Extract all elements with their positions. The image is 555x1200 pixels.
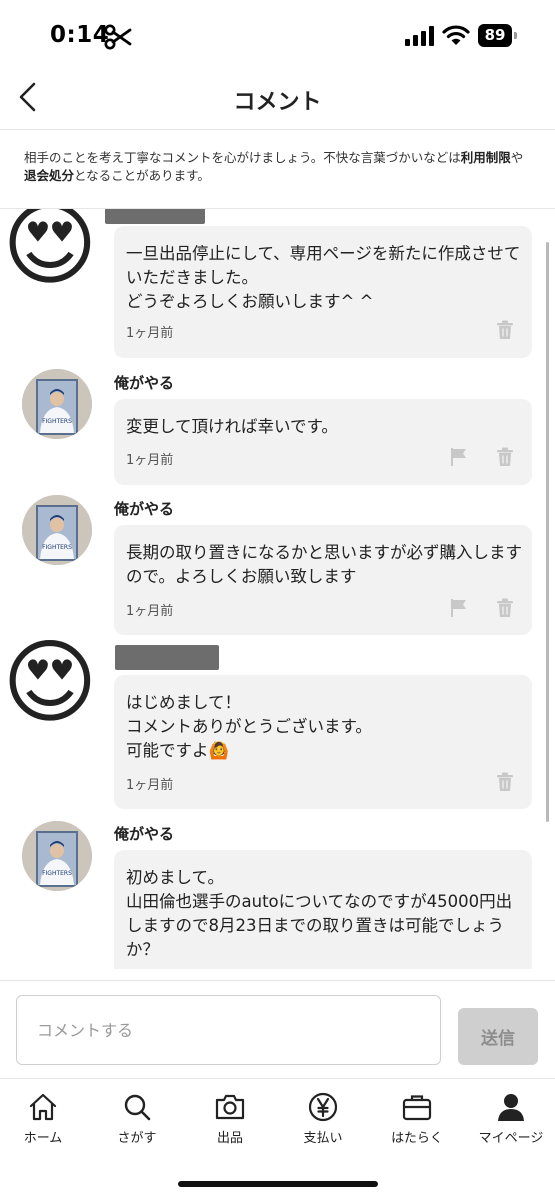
- notice-text: や: [510, 150, 524, 165]
- comment-bubble: 初めまして。 山田倫也選手のautoについてなのですが45000円出しますので8…: [114, 850, 532, 969]
- nav-label: 支払い: [303, 1131, 343, 1146]
- battery-indicator: 89: [478, 24, 518, 47]
- status-bar: 0:14 89: [0, 0, 555, 72]
- baseball-player-photo: FIGHTERS: [22, 369, 92, 439]
- comment-time: 1ヶ月前: [126, 604, 174, 619]
- trash-icon[interactable]: [496, 447, 514, 467]
- notice-text: 相手のことを考え丁寧なコメントを心がけましょう。不快な言葉づかいなどは: [24, 150, 461, 165]
- battery-level: 89: [478, 24, 512, 47]
- comment-bubble: はじめまして！ コメントありがとうございます。 可能ですよ🙆 1ヶ月前: [114, 675, 532, 809]
- comment-username: 俺がやる: [114, 500, 175, 518]
- search-icon: [124, 1094, 151, 1121]
- baseball-player-photo: FIGHTERS: [22, 495, 92, 565]
- person-icon: [498, 1094, 524, 1121]
- svg-text:FIGHTERS: FIGHTERS: [42, 870, 72, 877]
- flag-icon[interactable]: [450, 447, 468, 467]
- home-icon: [29, 1093, 57, 1121]
- comment-time: 1ヶ月前: [126, 326, 174, 341]
- usage-restriction-link[interactable]: 利用制限: [461, 150, 511, 165]
- nav-item-search[interactable]: さがす: [92, 1091, 182, 1151]
- avatar-heart-eyes[interactable]: 😍: [2, 209, 106, 295]
- comment-list[interactable]: 😍 一旦出品停止にして、専用ページを新たに作成させていただきました。 どうぞよろ…: [0, 209, 555, 969]
- scissors-icon: [104, 24, 132, 50]
- nav-label: 出品: [216, 1131, 243, 1146]
- avatar-user-photo[interactable]: FIGHTERS: [22, 369, 92, 439]
- comment-username: 俺がやる: [114, 374, 175, 392]
- nav-label: ホーム: [23, 1131, 63, 1146]
- avatar-user-photo[interactable]: FIGHTERS: [22, 821, 92, 891]
- comment-text: はじめまして！ コメントありがとうございます。 可能ですよ🙆: [126, 693, 372, 760]
- flag-icon[interactable]: [450, 598, 468, 618]
- comment-bubble: 長期の取り置きになるかと思いますが必ず購入しますので。よろしくお願い致します 1…: [114, 525, 532, 635]
- comment-text: 初めまして。 山田倫也選手のautoについてなのですが45000円出しますので8…: [126, 868, 513, 959]
- trash-icon[interactable]: [496, 320, 514, 340]
- signal-icon: [405, 26, 434, 46]
- page-title: コメント: [233, 90, 322, 115]
- comment-username: 俺がやる: [114, 825, 175, 843]
- comment-time: 1ヶ月前: [126, 778, 174, 793]
- avatar-user-photo[interactable]: FIGHTERS: [22, 495, 92, 565]
- briefcase-icon: [402, 1095, 432, 1121]
- camera-icon: [215, 1094, 245, 1120]
- nav-label: さがす: [117, 1131, 157, 1146]
- nav-item-mypage[interactable]: マイページ: [466, 1091, 555, 1151]
- nav-item-sell[interactable]: 出品: [185, 1091, 275, 1151]
- comment-bubble: 変更して頂ければ幸いです。 1ヶ月前: [114, 399, 532, 485]
- send-button[interactable]: 送信: [458, 1008, 538, 1065]
- nav-item-work[interactable]: はたらく: [372, 1091, 462, 1151]
- header: コメント: [0, 72, 555, 130]
- comment-text: 一旦出品停止にして、専用ページを新たに作成させていただきました。 どうぞよろしく…: [126, 244, 521, 311]
- comment-input[interactable]: [16, 995, 441, 1065]
- trash-icon[interactable]: [496, 772, 514, 792]
- baseball-player-photo: FIGHTERS: [22, 821, 92, 891]
- home-indicator: [178, 1181, 378, 1187]
- scrollbar[interactable]: [546, 242, 549, 822]
- nav-item-home[interactable]: ホーム: [0, 1091, 88, 1151]
- account-deletion-link[interactable]: 退会処分: [24, 168, 74, 183]
- comment-text: 長期の取り置きになるかと思いますが必ず購入しますので。よろしくお願い致します: [126, 543, 522, 586]
- trash-icon[interactable]: [496, 598, 514, 618]
- comment-bubble: 一旦出品停止にして、専用ページを新たに作成させていただきました。 どうぞよろしく…: [114, 226, 532, 358]
- nav-item-payment[interactable]: 支払い: [278, 1091, 368, 1151]
- svg-text:FIGHTERS: FIGHTERS: [42, 418, 72, 425]
- comment-text: 変更して頂ければ幸いです。: [126, 417, 338, 436]
- comment-time: 1ヶ月前: [126, 453, 174, 468]
- comment-input-area: 送信: [0, 980, 555, 1078]
- avatar-heart-eyes[interactable]: 😍: [2, 633, 106, 733]
- svg-text:FIGHTERS: FIGHTERS: [42, 544, 72, 551]
- nav-label: マイページ: [478, 1131, 544, 1146]
- yen-icon: [308, 1092, 338, 1122]
- notice-text: となることがあります。: [74, 168, 210, 183]
- wifi-icon: [442, 25, 470, 45]
- redacted-username: [105, 209, 205, 224]
- status-time: 0:14: [50, 22, 110, 48]
- nav-label: はたらく: [391, 1131, 443, 1146]
- battery-cap: [514, 32, 517, 39]
- comment-notice: 相手のことを考え丁寧なコメントを心がけましょう。不快な言葉づかいなどは利用制限や…: [24, 149, 534, 185]
- redacted-username: [115, 645, 219, 670]
